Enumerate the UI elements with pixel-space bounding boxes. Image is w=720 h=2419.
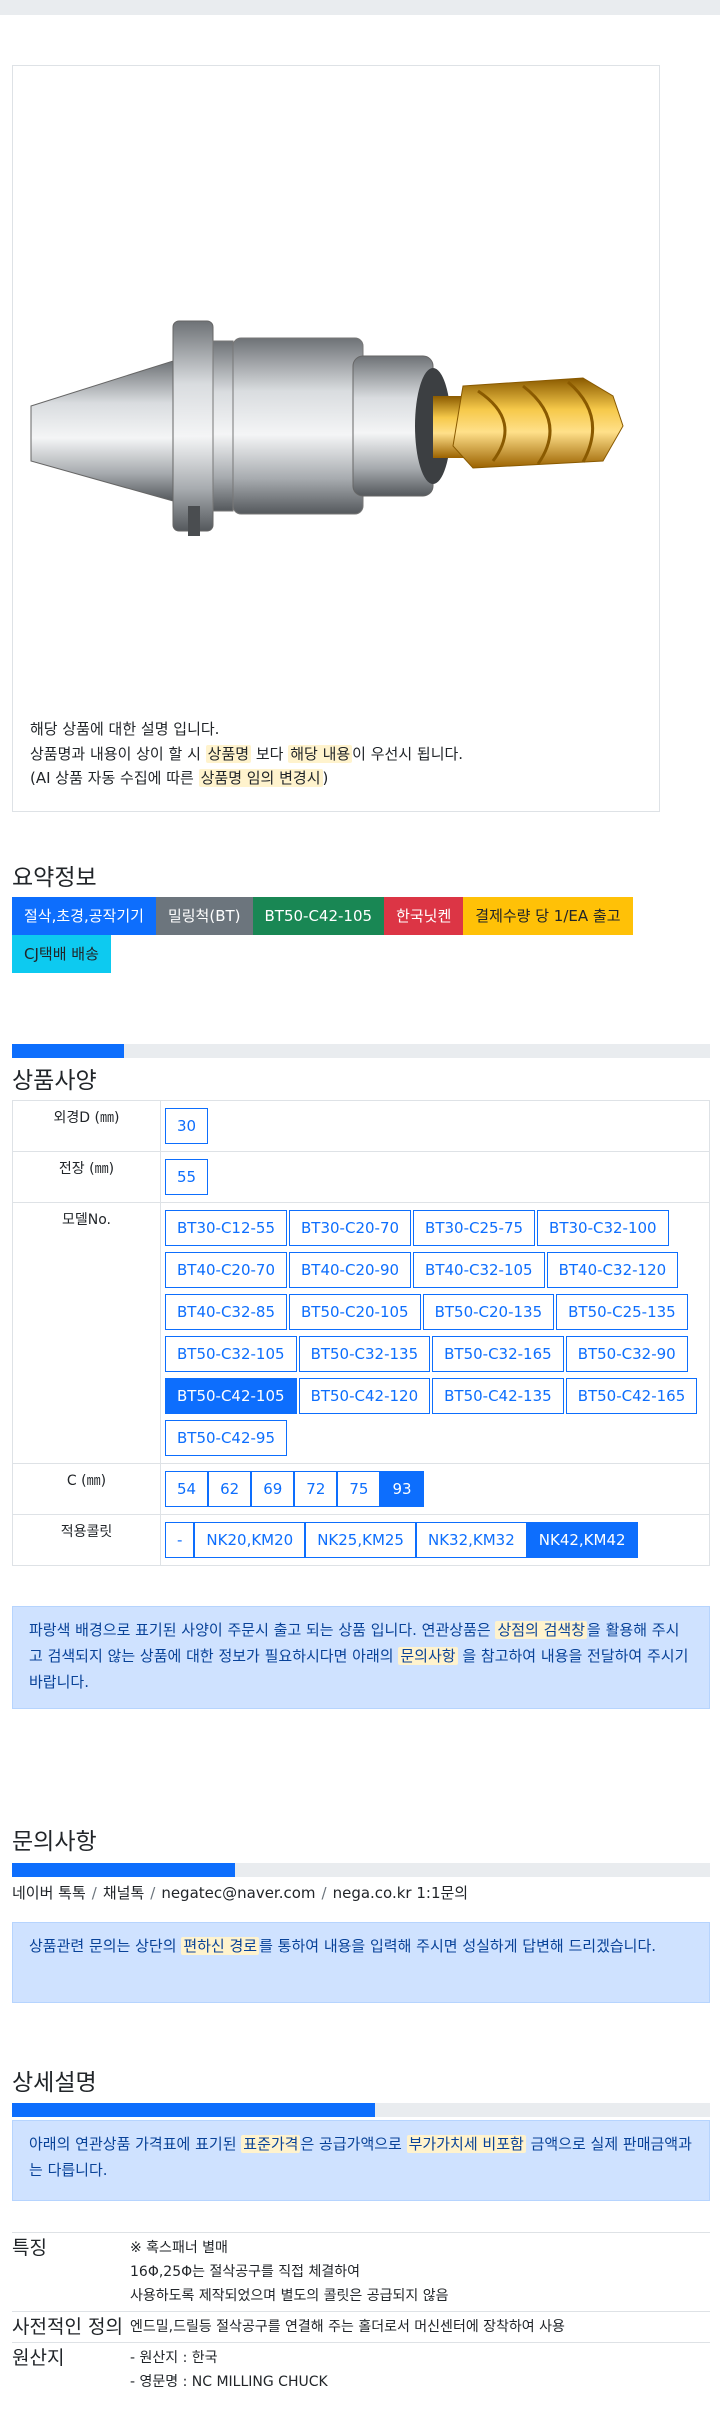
detail-line: 16Φ,25Φ는 절삭공구를 직접 체결하여 (130, 2264, 361, 2280)
desc-line-3: (AI 상품 자동 수집에 따른 상품명 임의 변경시) (30, 769, 329, 787)
spec-option-button[interactable]: BT30-C25-75 (413, 1210, 536, 1246)
spec-option-button[interactable]: NK32,KM32 (415, 1522, 527, 1558)
spec-option-button[interactable]: 69 (251, 1471, 295, 1507)
separator: / (91, 1884, 97, 1902)
summary-badge: 밀링척(BT) (155, 897, 253, 935)
spec-notice: 파랑색 배경으로 표기된 사양이 주문시 출고 되는 상품 입니다. 연관상품은… (12, 1606, 710, 1709)
spec-row: 적용콜릿 - NK20,KM20 NK25,KM25 NK32,KM32 NK42,KM4… (12, 1514, 710, 1566)
spec-options: 54 62 69 72 75 93 (160, 1463, 710, 1515)
detail-line: ※ 혹스패너 별매 (130, 2240, 228, 2256)
detail-value: 엔드밀,드릴등 절삭공구를 연결해 주는 홀더로서 머신센터에 장착하여 사용 (130, 2311, 710, 2343)
detail-value: ※ 혹스패너 별매 16Φ,25Φ는 절삭공구를 직접 체결하여사용하도록 제작되… (130, 2232, 710, 2312)
detail-table: 특징 ※ 혹스패너 별매 16Φ,25Φ는 절삭공구를 직접 체결하여사용하도록 제… (12, 2232, 710, 2397)
summary-badge: 결제수량 당 1/EA 출고 (463, 897, 633, 935)
spec-row: C (㎜) 54 62 69 72 75 93 (12, 1463, 710, 1515)
spec-option-button[interactable]: BT30-C20-70 (289, 1210, 412, 1246)
spec-row: 모델No. BT30-C12-55 BT30-C20-70 BT30-C25-75 BT… (12, 1202, 710, 1464)
spec-label: 전장 (㎜) (12, 1151, 161, 1203)
summary-badge: BT50-C42-105 (252, 897, 385, 935)
spec-options: BT30-C12-55 BT30-C20-70 BT30-C25-75 BT30-C3… (160, 1202, 710, 1464)
detail-key: 특징 (12, 2232, 130, 2312)
spec-option-button[interactable]: BT40-C32-105 (413, 1252, 545, 1288)
spec-option-button[interactable]: BT50-C32-165 (432, 1336, 564, 1372)
spec-row: 전장 (㎜) 55 (12, 1151, 710, 1203)
spec-options: 55 (160, 1151, 710, 1203)
spec-option-button[interactable]: 55 (165, 1159, 209, 1195)
spec-option-button[interactable]: BT50-C42-120 (298, 1378, 431, 1414)
spec-option-button[interactable]: BT50-C20-105 (289, 1294, 421, 1330)
detail-row: 사전적인 정의 엔드밀,드릴등 절삭공구를 연결해 주는 홀더로서 머신센터에 장… (12, 2311, 710, 2343)
separator: / (321, 1884, 327, 1902)
spec-title: 상품사양 (12, 1068, 97, 1094)
desc-line-1: 해당 상품에 대한 설명 입니다. (30, 720, 220, 738)
spec-option-button[interactable]: NK42,KM42 (526, 1522, 638, 1558)
spec-option-button[interactable]: BT40-C32-120 (546, 1252, 679, 1288)
spec-row: 외경D (㎜) 30 (12, 1100, 710, 1152)
spec-option-button[interactable]: BT30-C12-55 (165, 1210, 288, 1246)
summary-badge: 절삭,초경,공작기기 (12, 897, 156, 935)
detail-title: 상세설명 (12, 2070, 97, 2096)
spec-label: 모델No. (12, 1202, 161, 1464)
product-description: 해당 상품에 대한 설명 입니다. 상품명과 내용이 상이 할 시 상품명 보다… (30, 717, 463, 791)
spec-option-button[interactable]: 62 (208, 1471, 252, 1507)
detail-row: 특징 ※ 혹스패너 별매 16Φ,25Φ는 절삭공구를 직접 체결하여사용하도록 제… (12, 2232, 710, 2312)
spec-option-button[interactable]: BT50-C42-105 (165, 1378, 297, 1414)
spec-label: 외경D (㎜) (12, 1100, 161, 1152)
summary-badge: CJ택배 배송 (12, 935, 111, 973)
product-image-box: 해당 상품에 대한 설명 입니다. 상품명과 내용이 상이 할 시 상품명 보다… (12, 65, 660, 812)
spec-option-button[interactable]: BT30-C32-100 (537, 1210, 669, 1246)
detail-value: - 원산지 : 한국 - 영문명 : NC MILLING CHUCK (130, 2342, 710, 2397)
spec-option-button[interactable]: BT50-C25-135 (556, 1294, 688, 1330)
detail-key: 원산지 (12, 2342, 130, 2397)
detail-progress (12, 2103, 710, 2117)
spec-table: 외경D (㎜) 30 전장 (㎜) 55 모델No. BT30-C12-55 BT30-C2… (12, 1100, 710, 1566)
spec-label: 적용콜릿 (12, 1514, 161, 1566)
spec-option-button[interactable]: NK20,KM20 (194, 1522, 306, 1558)
contact-link[interactable]: nega.co.kr 1:1문의 (333, 1884, 469, 1902)
detail-line: 엔드밀,드릴등 절삭공구를 연결해 주는 홀더로서 머신센터에 장착하여 사용 (130, 2319, 565, 2335)
spec-option-button[interactable]: BT50-C32-105 (165, 1336, 297, 1372)
inquiry-progress (12, 1863, 710, 1877)
detail-key: 사전적인 정의 (12, 2311, 130, 2343)
spec-option-button[interactable]: BT40-C32-85 (165, 1294, 288, 1330)
detail-notice: 아래의 연관상품 가격표에 표기된 표준가격 은 공급가액으로 부가가치세 비포함… (12, 2120, 710, 2201)
spec-option-button[interactable]: BT40-C20-70 (165, 1252, 288, 1288)
spec-option-button[interactable]: BT50-C42-135 (432, 1378, 564, 1414)
spec-option-button[interactable]: BT40-C20-90 (289, 1252, 412, 1288)
spec-label: C (㎜) (12, 1463, 161, 1515)
spec-option-button[interactable]: BT50-C32-90 (565, 1336, 688, 1372)
detail-line: - 원산지 : 한국 (130, 2350, 218, 2366)
contact-link[interactable]: 네이버 톡톡 (12, 1884, 86, 1902)
summary-badges: 절삭,초경,공작기기 밀링척(BT) BT50-C42-105 한국닛켄 결제수량 당 … (12, 897, 712, 973)
detail-row: 원산지 - 원산지 : 한국 - 영문명 : NC MILLING CHUCK (12, 2342, 710, 2397)
spec-option-button[interactable]: 93 (380, 1471, 424, 1507)
spec-option-button[interactable]: 75 (337, 1471, 381, 1507)
spec-options: - NK20,KM20 NK25,KM25 NK32,KM32 NK42,KM42 (160, 1514, 710, 1566)
contact-links: 네이버 톡톡 / 채널톡 / negatec@naver.com / nega.co.kr … (12, 1882, 468, 1903)
spec-option-button[interactable]: 54 (165, 1471, 209, 1507)
spec-option-button[interactable]: - (165, 1522, 195, 1558)
separator: / (150, 1884, 156, 1902)
spec-option-button[interactable]: BT50-C42-165 (565, 1378, 698, 1414)
top-bar (0, 0, 720, 15)
summary-title: 요약정보 (12, 865, 97, 891)
spec-option-button[interactable]: BT50-C20-135 (422, 1294, 555, 1330)
inquiry-notice: 상품관련 문의는 상단의 편하신 경로 를 통하여 내용을 입력해 주시면 성실하… (12, 1922, 710, 2003)
contact-link[interactable]: negatec@naver.com (161, 1884, 315, 1902)
spec-option-button[interactable]: 30 (165, 1108, 209, 1144)
spec-option-button[interactable]: BT50-C32-135 (298, 1336, 431, 1372)
inquiry-title: 문의사항 (12, 1829, 97, 1855)
spec-option-button[interactable]: 72 (294, 1471, 338, 1507)
contact-link[interactable]: 채널톡 (103, 1884, 144, 1902)
spec-progress (12, 1044, 710, 1058)
spec-options: 30 (160, 1100, 710, 1152)
detail-line: 사용하도록 제작되었으며 별도의 콜릿은 공급되지 않음 (130, 2288, 449, 2304)
detail-line: - 영문명 : NC MILLING CHUCK (130, 2374, 328, 2390)
milling-chuck-image (30, 320, 624, 536)
spec-option-button[interactable]: NK25,KM25 (305, 1522, 416, 1558)
desc-line-2: 상품명과 내용이 상이 할 시 상품명 보다 해당 내용 이 우선시 됩니다. (30, 744, 464, 763)
spec-option-button[interactable]: BT50-C42-95 (165, 1420, 288, 1456)
summary-badge: 한국닛켄 (384, 897, 464, 935)
